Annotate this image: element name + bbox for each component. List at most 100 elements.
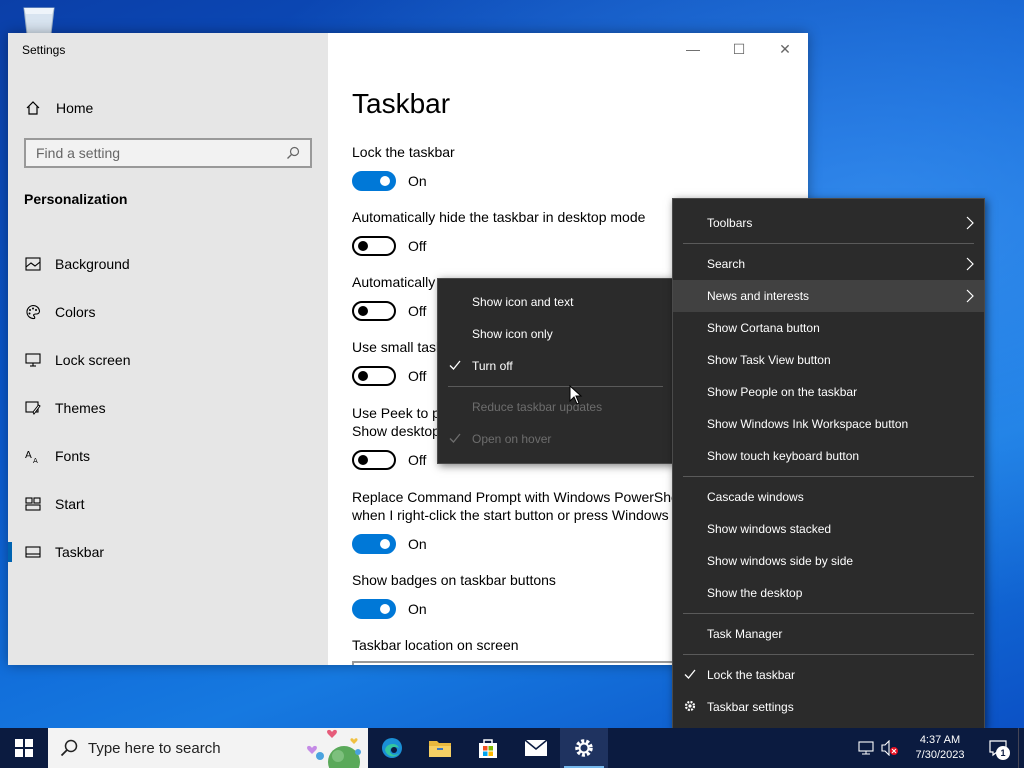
home-label: Home [56, 100, 94, 116]
start-grid-icon [24, 495, 42, 513]
menu-item-show-icon-and-text[interactable]: Show icon and text [438, 286, 673, 318]
taskbar-location-dropdown[interactable] [352, 661, 682, 665]
menu-item-taskbar-settings[interactable]: Taskbar settings [673, 691, 984, 723]
autohide-desktop-toggle-row: Off [352, 236, 426, 256]
monitor-icon [24, 351, 42, 369]
edge-icon [382, 738, 402, 758]
settings-app-button[interactable] [560, 728, 608, 768]
badges-toggle-row: On [352, 599, 427, 619]
menu-item-show-people[interactable]: Show People on the taskbar [673, 376, 984, 408]
menu-item-show-ink-workspace[interactable]: Show Windows Ink Workspace button [673, 408, 984, 440]
maximize-button[interactable]: ☐ [716, 33, 762, 65]
chevron-right-icon [966, 216, 974, 230]
menu-item-label: Taskbar settings [707, 700, 794, 714]
menu-item-label: Show Windows Ink Workspace button [707, 417, 909, 431]
menu-item-show-windows-side-by-side[interactable]: Show windows side by side [673, 545, 984, 577]
menu-item-label: Lock the taskbar [707, 668, 796, 682]
small-buttons-toggle[interactable] [352, 366, 396, 386]
menu-separator [683, 476, 974, 477]
menu-item-label: Show touch keyboard button [707, 449, 860, 463]
start-button[interactable] [0, 728, 48, 768]
menu-item-label: Search [707, 257, 746, 271]
window-title: Settings [22, 43, 66, 57]
menu-item-show-cortana-button[interactable]: Show Cortana button [673, 312, 984, 344]
minimize-button[interactable]: — [670, 33, 716, 65]
news-interests-submenu: Show icon and text Show icon only Turn o… [437, 278, 674, 464]
sidebar-item-background[interactable]: Background [8, 240, 328, 288]
page-title: Taskbar [352, 88, 451, 119]
network-tray-button[interactable] [854, 728, 878, 768]
taskbar-search-input[interactable] [88, 739, 288, 757]
network-icon [858, 741, 874, 755]
action-center-button[interactable]: 1 [978, 728, 1018, 768]
menu-item-label: Show windows side by side [707, 554, 854, 568]
menu-item-label: Show the desktop [707, 586, 803, 600]
file-explorer-app-button[interactable] [416, 728, 464, 768]
menu-separator [683, 654, 974, 655]
section-header-personalization: Personalization [24, 191, 128, 207]
volume-tray-button[interactable] [878, 728, 902, 768]
setting-label-line2: Show desktop [352, 423, 440, 439]
setting-label: Replace Command Prompt with Windows Powe… [352, 488, 679, 524]
autohide-desktop-toggle[interactable] [352, 236, 396, 256]
menu-item-show-icon-only[interactable]: Show icon only [438, 318, 673, 350]
sidebar-item-themes[interactable]: Themes [8, 384, 328, 432]
setting-label: Automatically [352, 274, 436, 290]
chevron-right-icon [966, 289, 974, 303]
powershell-toggle[interactable] [352, 534, 396, 554]
setting-label: Use small task [352, 339, 444, 355]
sidebar-item-fonts[interactable]: AA Fonts [8, 432, 328, 480]
menu-item-show-the-desktop[interactable]: Show the desktop [673, 577, 984, 609]
clock[interactable]: 4:37 AM 7/30/2023 [902, 733, 978, 763]
menu-item-task-manager[interactable]: Task Manager [673, 618, 984, 650]
svg-text:A: A [25, 450, 32, 461]
recycle-bin-icon[interactable] [18, 4, 60, 34]
clock-time: 4:37 AM [919, 734, 961, 746]
search-icon [287, 146, 300, 159]
settings-sidebar: Settings Home Personalization Background [8, 33, 328, 665]
setting-label-line1: Replace Command Prompt with Windows Powe… [352, 489, 679, 505]
menu-item-toolbars[interactable]: Toolbars [673, 207, 984, 239]
menu-item-label: Open on hover [472, 432, 552, 446]
settings-search-input[interactable] [36, 145, 286, 161]
edge-app-button[interactable] [368, 728, 416, 768]
menu-item-cascade-windows[interactable]: Cascade windows [673, 481, 984, 513]
menu-item-label: Cascade windows [707, 490, 804, 504]
sidebar-item-start[interactable]: Start [8, 480, 328, 528]
menu-item-label: Show icon only [472, 327, 553, 341]
menu-item-lock-the-taskbar[interactable]: Lock the taskbar [673, 659, 984, 691]
setting-label: Lock the taskbar [352, 144, 455, 160]
home-nav-item[interactable]: Home [24, 95, 314, 121]
show-desktop-button[interactable] [1018, 728, 1024, 768]
peek-toggle[interactable] [352, 450, 396, 470]
menu-item-turn-off[interactable]: Turn off [438, 350, 673, 382]
menu-item-news-and-interests[interactable]: News and interests [673, 280, 984, 312]
toggle-state: On [408, 536, 427, 552]
font-icon: AA [24, 447, 42, 465]
close-button[interactable]: ✕ [762, 33, 808, 65]
toggle-state: On [408, 601, 427, 617]
sidebar-item-colors[interactable]: Colors [8, 288, 328, 336]
sidebar-item-label: Colors [55, 304, 96, 320]
small-buttons-toggle-row: Off [352, 366, 426, 386]
toggle-state: Off [408, 303, 427, 319]
sidebar-item-lock-screen[interactable]: Lock screen [8, 336, 328, 384]
menu-separator [683, 613, 974, 614]
autohide-tablet-toggle[interactable] [352, 301, 396, 321]
menu-item-label: Turn off [472, 359, 513, 373]
windows-logo-icon [15, 739, 33, 757]
setting-label: Show badges on taskbar buttons [352, 572, 556, 588]
taskbar-search-box[interactable] [48, 728, 368, 768]
badges-toggle[interactable] [352, 599, 396, 619]
menu-separator [683, 243, 974, 244]
menu-item-show-windows-stacked[interactable]: Show windows stacked [673, 513, 984, 545]
menu-item-search[interactable]: Search [673, 248, 984, 280]
store-app-button[interactable] [464, 728, 512, 768]
mail-app-button[interactable] [512, 728, 560, 768]
sidebar-item-taskbar[interactable]: Taskbar [8, 528, 328, 576]
settings-search-box[interactable] [24, 138, 312, 168]
menu-item-label: Show icon and text [472, 295, 574, 309]
lock-taskbar-toggle[interactable] [352, 171, 396, 191]
menu-item-show-task-view-button[interactable]: Show Task View button [673, 344, 984, 376]
menu-item-show-touch-keyboard[interactable]: Show touch keyboard button [673, 440, 984, 472]
